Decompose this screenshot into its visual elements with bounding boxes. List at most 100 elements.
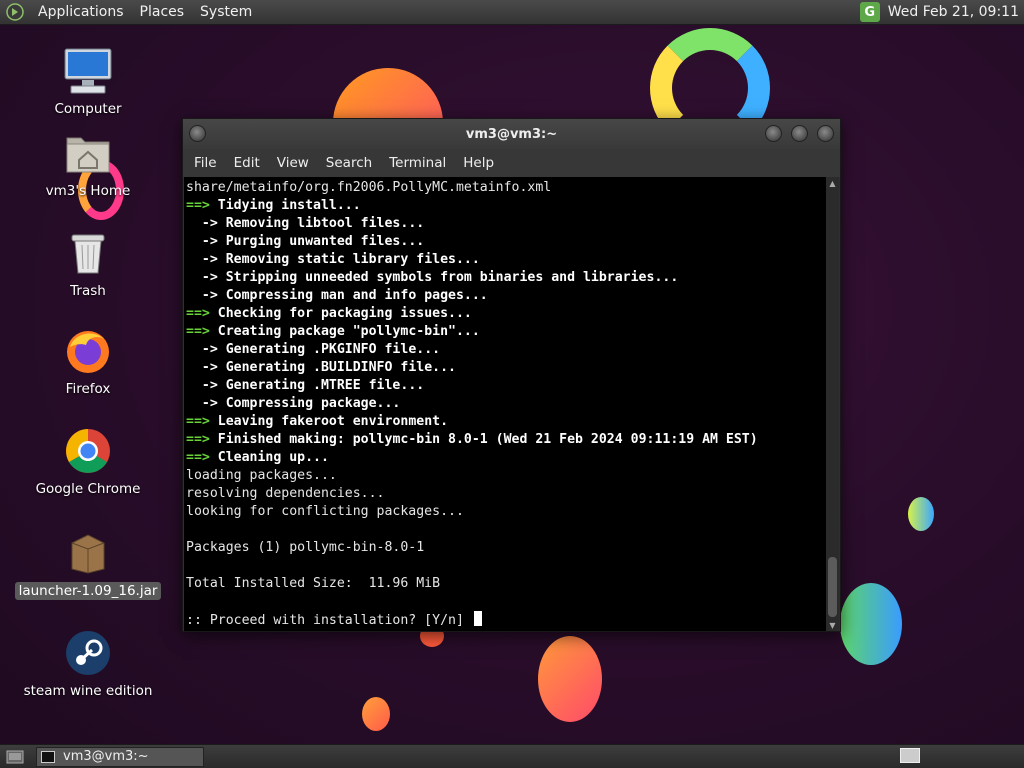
terminal-line: ==> Leaving fakeroot environment.: [186, 413, 827, 431]
desktop-icon-label: vm3's Home: [45, 183, 131, 199]
terminal-line: ==> Finished making: pollymc-bin 8.0-1 (…: [186, 431, 827, 449]
line-text: Cleaning up...: [209, 450, 329, 465]
wallpaper-pink-blob: [538, 636, 602, 722]
line-prefix: ->: [186, 234, 218, 249]
desktop-icon-steam[interactable]: steam wine edition: [18, 628, 158, 700]
terminal-window[interactable]: vm3@vm3:~ File Edit View Search Terminal…: [182, 118, 841, 632]
show-desktop-icon[interactable]: [4, 748, 26, 766]
terminal-line: Packages (1) pollymc-bin-8.0-1: [186, 539, 827, 557]
terminal-line: -> Purging unwanted files...: [186, 233, 827, 251]
terminal-line: -> Stripping unneeded symbols from binar…: [186, 269, 827, 287]
window-title: vm3@vm3:~: [465, 126, 558, 142]
line-prefix: ==>: [186, 306, 210, 321]
desktop-icon-label: launcher-1.09_16.jar: [14, 582, 162, 600]
minimize-button[interactable]: [765, 125, 782, 142]
steam-icon: [63, 628, 113, 678]
taskbar-item-terminal[interactable]: vm3@vm3:~: [36, 746, 204, 767]
line-text: Generating .MTREE file...: [217, 378, 425, 393]
desktop-icon-home[interactable]: vm3's Home: [18, 128, 158, 200]
window-menu-button[interactable]: [189, 125, 206, 142]
workspace-switcher[interactable]: [900, 748, 920, 763]
terminal-output[interactable]: share/metainfo/org.fn2006.PollyMC.metain…: [184, 177, 827, 631]
line-prefix: ->: [186, 342, 218, 357]
desktop-icon-firefox[interactable]: Firefox: [18, 326, 158, 398]
terminal-scrollbar[interactable]: ▲ ▼: [826, 177, 839, 631]
menu-applications[interactable]: Applications: [30, 0, 132, 25]
desktop-icon-label: Trash: [70, 283, 106, 299]
desktop-icon-chrome[interactable]: Google Chrome: [18, 426, 158, 498]
line-text: Leaving fakeroot environment.: [209, 414, 449, 429]
terminal-line: loading packages...: [186, 467, 827, 485]
line-prefix: ==>: [186, 414, 210, 429]
wallpaper-teal-dot: [908, 497, 934, 531]
line-prefix: ==>: [186, 324, 210, 339]
line-text: resolving dependencies...: [186, 486, 385, 501]
line-prefix: ==>: [186, 432, 210, 447]
line-text: Stripping unneeded symbols from binaries…: [217, 270, 679, 285]
maximize-button[interactable]: [791, 125, 808, 142]
line-prefix: ->: [186, 216, 218, 231]
trash-icon: [63, 228, 113, 278]
line-text: Compressing man and info pages...: [217, 288, 488, 303]
line-text: Generating .BUILDINFO file...: [217, 360, 456, 375]
terminal-line: ==> Cleaning up...: [186, 449, 827, 467]
line-text: loading packages...: [186, 468, 337, 483]
scroll-down-icon[interactable]: ▼: [826, 619, 839, 631]
line-prefix: ->: [186, 378, 218, 393]
terminal-line: resolving dependencies...: [186, 485, 827, 503]
desktop-icon-label: Firefox: [65, 381, 111, 397]
line-text: Tidying install...: [209, 198, 361, 213]
home-folder-icon: [63, 128, 113, 178]
terminal-line: -> Generating .BUILDINFO file...: [186, 359, 827, 377]
text-cursor: [473, 611, 482, 626]
menu-system[interactable]: System: [192, 0, 260, 25]
terminal-line: -> Compressing man and info pages...: [186, 287, 827, 305]
menu-search[interactable]: Search: [319, 155, 379, 171]
terminal-line: -> Removing static library files...: [186, 251, 827, 269]
menu-terminal[interactable]: Terminal: [382, 155, 453, 171]
line-text: Removing libtool files...: [217, 216, 425, 231]
chrome-icon: [63, 426, 113, 476]
line-text: share/metainfo/org.fn2006.PollyMC.metain…: [186, 180, 552, 195]
line-text: Checking for packaging issues...: [209, 306, 472, 321]
desktop-icon-label: Computer: [54, 101, 122, 117]
close-button[interactable]: [817, 125, 834, 142]
menu-help[interactable]: Help: [456, 155, 501, 171]
terminal-line: -> Generating .MTREE file...: [186, 377, 827, 395]
terminal-line: ==> Tidying install...: [186, 197, 827, 215]
terminal-line: share/metainfo/org.fn2006.PollyMC.metain…: [186, 179, 827, 197]
clock[interactable]: Wed Feb 21, 09:11: [888, 4, 1019, 20]
line-prefix: ->: [186, 360, 218, 375]
taskbar-item-label: vm3@vm3:~: [63, 749, 149, 764]
terminal-titlebar[interactable]: vm3@vm3:~: [183, 119, 840, 149]
menu-places[interactable]: Places: [132, 0, 193, 25]
line-text: Packages (1) pollymc-bin-8.0-1: [186, 540, 425, 555]
scrollbar-thumb[interactable]: [828, 557, 837, 617]
terminal-line: Total Installed Size: 11.96 MiB: [186, 575, 827, 593]
terminal-line: -> Compressing package...: [186, 395, 827, 413]
menu-edit[interactable]: Edit: [227, 155, 267, 171]
scroll-up-icon[interactable]: ▲: [826, 177, 839, 189]
line-text: Total Installed Size: 11.96 MiB: [186, 576, 441, 591]
line-text: :: Proceed with installation? [Y/n]: [186, 613, 472, 628]
update-tray-icon[interactable]: G: [859, 2, 880, 22]
terminal-line: ==> Checking for packaging issues...: [186, 305, 827, 323]
terminal-line: :: Proceed with installation? [Y/n]: [186, 611, 827, 629]
line-text: Finished making: pollymc-bin 8.0-1 (Wed …: [209, 432, 758, 447]
terminal-app-icon: [41, 750, 55, 763]
menu-view[interactable]: View: [270, 155, 316, 171]
desktop-icon-label: steam wine edition: [23, 683, 153, 699]
desktop-icon-launcher-jar[interactable]: launcher-1.09_16.jar: [14, 528, 162, 600]
desktop-icon-trash[interactable]: Trash: [18, 228, 158, 300]
distro-logo-icon[interactable]: [4, 1, 26, 23]
line-text: Purging unwanted files...: [217, 234, 425, 249]
terminal-line: -> Generating .PKGINFO file...: [186, 341, 827, 359]
menu-file[interactable]: File: [187, 155, 224, 171]
jar-package-icon: [63, 528, 113, 578]
desktop-icon-computer[interactable]: Computer: [18, 46, 158, 118]
line-prefix: ->: [186, 288, 218, 303]
line-prefix: ->: [186, 270, 218, 285]
